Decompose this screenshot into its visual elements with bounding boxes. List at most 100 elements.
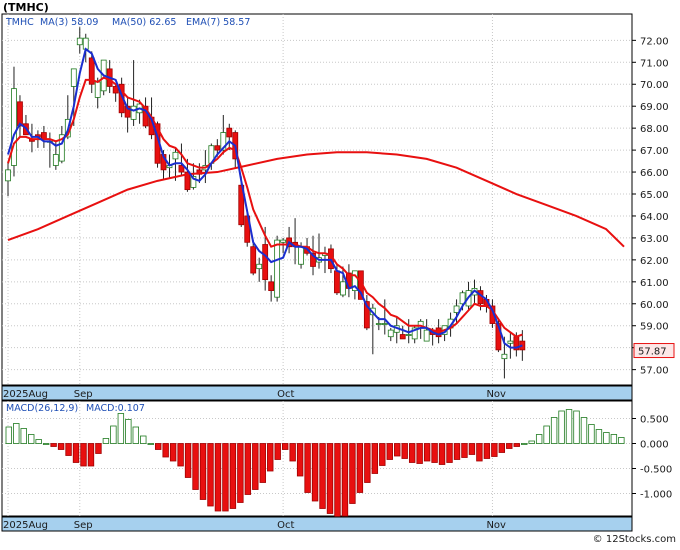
macd-bar: [453, 443, 461, 460]
macd-bar: [573, 410, 580, 444]
macd-bar: [386, 443, 393, 460]
candle-body: [130, 105, 137, 120]
macd-bar: [438, 443, 446, 465]
macd-bar: [35, 439, 42, 444]
macd-bar: [267, 443, 274, 472]
macd-bar: [423, 443, 431, 462]
macd-bar: [431, 443, 438, 463]
macd-tick-label: -0.500: [640, 465, 672, 476]
candle-body: [70, 68, 77, 87]
candle-body: [214, 145, 221, 151]
candle-body: [82, 37, 89, 50]
candle-body: [250, 246, 257, 274]
price-tick-label: 67.00: [640, 146, 669, 157]
candle-body: [76, 37, 83, 46]
candle-body: [405, 334, 412, 336]
candle-body: [399, 334, 406, 340]
macd-bar: [50, 443, 57, 447]
macd-date-label: Sep: [74, 520, 93, 531]
macd-bar: [528, 440, 535, 444]
macd-bar: [550, 417, 558, 444]
macd-bar: [326, 443, 334, 514]
macd-date-label: Oct: [277, 520, 294, 531]
macd-date-axis: [1, 516, 633, 532]
macd-bar: [476, 443, 483, 462]
macd-bar: [379, 443, 386, 466]
macd-bar: [229, 443, 237, 509]
price-tick-label: 71.00: [640, 58, 669, 69]
macd-bar: [408, 443, 416, 463]
macd-bar: [57, 443, 65, 450]
price-date-label: 2025Aug: [3, 389, 48, 400]
macd-value: MACD:0.107: [86, 403, 145, 414]
macd-date-label: Nov: [486, 520, 506, 531]
last-price-label: 57.87: [638, 347, 667, 358]
candle-body: [262, 244, 269, 281]
macd-bar: [565, 409, 573, 444]
price-tick-label: 66.00: [640, 168, 669, 179]
candle-body: [381, 323, 388, 325]
price-tick-label: 68.00: [640, 124, 669, 135]
price-tick-label: 60.00: [640, 300, 669, 311]
candle-body: [52, 154, 59, 166]
price-panel-frame: [1, 13, 633, 386]
macd-bar: [304, 443, 311, 493]
price-tick-label: 64.00: [640, 212, 669, 223]
stock-chart: 57.0058.0059.0060.0061.0062.0063.0064.00…: [0, 0, 680, 546]
candle-body: [17, 101, 23, 127]
candle-body: [172, 151, 179, 160]
macd-bar: [543, 425, 550, 444]
candle-body: [340, 281, 346, 296]
macd-bar: [610, 434, 618, 444]
macd-date-label: 2025Aug: [3, 520, 48, 531]
macd-bar: [506, 443, 513, 449]
candle-body: [453, 305, 460, 313]
macd-bar: [102, 438, 110, 444]
macd-bar: [416, 443, 423, 464]
price-tick-label: 59.00: [640, 322, 669, 333]
macd-bar: [311, 443, 319, 502]
price-tick-label: 62.00: [640, 256, 669, 267]
macd-bar: [184, 443, 192, 478]
macd-bar: [177, 443, 184, 467]
candle-body: [334, 270, 340, 294]
candle-body: [423, 329, 430, 342]
macd-bar: [214, 443, 222, 512]
macd-bar: [296, 443, 304, 477]
macd-bar: [588, 424, 595, 444]
price-date-label: Sep: [74, 389, 93, 400]
candle-body: [5, 169, 11, 182]
macd-bar: [364, 443, 371, 483]
macd-bar: [498, 443, 506, 453]
macd-tick-label: -1.000: [640, 490, 672, 501]
candle-body: [274, 239, 281, 298]
macd-bar: [95, 443, 102, 454]
macd-bar: [28, 434, 35, 444]
macd-bar: [244, 443, 252, 495]
price-tick-label: 69.00: [640, 102, 669, 113]
price-tick-label: 63.00: [640, 234, 669, 245]
price-date-label: Nov: [486, 389, 506, 400]
macd-bar: [169, 443, 177, 462]
macd-bar: [13, 423, 20, 444]
price-tick-label: 72.00: [640, 36, 669, 47]
watermark: © 12Stocks.com: [593, 534, 676, 545]
macd-bar: [147, 443, 154, 445]
macd-tick-label: 0.000: [640, 440, 669, 451]
macd-bar: [140, 435, 147, 444]
price-tick-label: 70.00: [640, 80, 669, 91]
macd-bar: [319, 443, 326, 509]
macd-bar: [394, 443, 401, 457]
macd-bar: [603, 432, 610, 444]
macd-bar: [513, 443, 520, 447]
macd-legend: MACD(26,12,9): [6, 403, 78, 414]
macd-bar: [5, 426, 13, 444]
candle-body: [94, 81, 101, 98]
price-tick-label: 61.00: [640, 278, 669, 289]
macd-bar: [252, 443, 259, 490]
macd-bar: [87, 443, 95, 467]
macd-bar: [401, 443, 408, 459]
candle-body: [280, 239, 287, 243]
macd-bar: [237, 443, 244, 503]
macd-bar: [259, 443, 266, 483]
